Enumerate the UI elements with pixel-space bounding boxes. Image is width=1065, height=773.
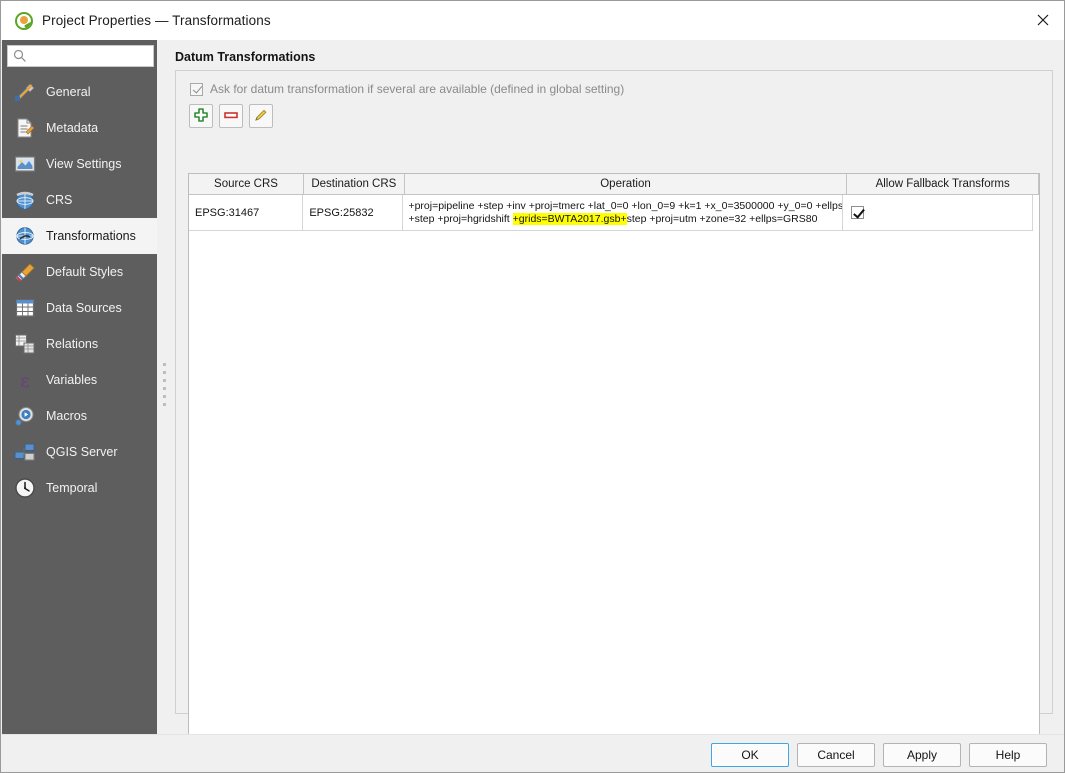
operation-line-2-prefix: +step +proj=hgridshift (408, 212, 513, 225)
operation-line-2-suffix: step +proj=utm +zone=32 +ellps=GRS80 (626, 212, 818, 225)
sidebar-item-view-settings[interactable]: View Settings (2, 146, 157, 182)
paintbrush-icon (12, 259, 38, 285)
add-transformation-button[interactable] (189, 104, 213, 128)
project-properties-dialog: Project Properties — Transformations Gen… (0, 0, 1065, 773)
sidebar-item-metadata[interactable]: Metadata (2, 110, 157, 146)
pencil-icon (253, 107, 269, 126)
sidebar-item-relations[interactable]: Relations (2, 326, 157, 362)
document-edit-icon (12, 115, 38, 141)
column-header-destination-crs[interactable]: Destination CRS (304, 174, 405, 195)
clock-icon (12, 475, 38, 501)
sidebar-nav: General Metadata View Settings CRS Trans… (2, 74, 157, 506)
ask-datum-transformation-row[interactable]: Ask for datum transformation if several … (190, 82, 624, 96)
splitter-grip-icon (163, 363, 166, 411)
dialog-footer: OK Cancel Apply Help (2, 734, 1064, 772)
sidebar-item-label: Temporal (46, 481, 98, 495)
sidebar-item-macros[interactable]: Macros (2, 398, 157, 434)
server-network-icon (12, 439, 38, 465)
sidebar-item-label: Default Styles (46, 265, 124, 279)
sidebar-item-label: Relations (46, 337, 99, 351)
search-icon (12, 48, 28, 64)
sidebar-item-general[interactable]: General (2, 74, 157, 110)
operation-line-1: +proj=pipeline +step +inv +proj=tmerc +l… (408, 199, 843, 212)
cell-allow-fallback[interactable] (842, 195, 1033, 231)
table-header-row: Source CRS Destination CRS Operation All… (189, 174, 1039, 195)
page-title: Datum Transformations (175, 50, 316, 64)
cell-source-crs[interactable]: EPSG:31467 (189, 195, 304, 231)
minus-icon (223, 107, 239, 126)
sidebar-item-data-sources[interactable]: Data Sources (2, 290, 157, 326)
titlebar: Project Properties — Transformations (1, 1, 1064, 40)
column-header-allow-fallback[interactable]: Allow Fallback Transforms (847, 174, 1039, 195)
sidebar-item-label: Transformations (46, 229, 136, 243)
search-input[interactable] (31, 49, 147, 63)
sidebar-item-label: View Settings (46, 157, 122, 171)
cell-destination-crs[interactable]: EPSG:25832 (303, 195, 404, 231)
apply-button[interactable]: Apply (883, 743, 961, 767)
column-header-source-crs[interactable]: Source CRS (189, 174, 305, 195)
sidebar-item-label: CRS (46, 193, 73, 207)
globe-crs-icon (12, 187, 38, 213)
sidebar-item-transformations[interactable]: Transformations (2, 218, 157, 254)
operation-grids-highlight: +grids=BWTA2017.gsb+ (512, 212, 627, 225)
sidebar-item-crs[interactable]: CRS (2, 182, 157, 218)
sidebar-item-label: General (46, 85, 91, 99)
sidebar-item-temporal[interactable]: Temporal (2, 470, 157, 506)
sidebar: General Metadata View Settings CRS Trans… (2, 40, 157, 734)
sidebar-item-label: Macros (46, 409, 87, 423)
transformations-toolbar (189, 104, 273, 128)
sidebar-item-label: QGIS Server (46, 445, 118, 459)
datum-transformations-group: Ask for datum transformation if several … (175, 70, 1053, 757)
sidebar-item-default-styles[interactable]: Default Styles (2, 254, 157, 290)
sidebar-item-label: Data Sources (46, 301, 122, 315)
cell-operation[interactable]: +proj=pipeline +step +inv +proj=tmerc +l… (403, 195, 843, 231)
table-row[interactable]: EPSG:31467 EPSG:25832 +proj=pipeline +st… (189, 195, 1039, 231)
sidebar-item-qgis-server[interactable]: QGIS Server (2, 434, 157, 470)
plus-icon (193, 107, 209, 126)
allow-fallback-checkbox[interactable] (850, 206, 864, 219)
epsilon-icon: ε (12, 367, 38, 393)
remove-transformation-button[interactable] (219, 104, 243, 128)
relations-icon (12, 331, 38, 357)
close-icon[interactable] (1020, 1, 1064, 39)
sidebar-item-variables[interactable]: ε Variables (2, 362, 157, 398)
ask-datum-transformation-label: Ask for datum transformation if several … (210, 82, 625, 96)
sidebar-splitter[interactable] (157, 40, 171, 734)
globe-transform-icon (12, 223, 38, 249)
table-grid-icon (12, 295, 38, 321)
transformations-table: Source CRS Destination CRS Operation All… (188, 173, 1040, 757)
cell-filler (1032, 195, 1039, 231)
sidebar-item-label: Metadata (46, 121, 99, 135)
qgis-logo-icon (15, 11, 33, 30)
window-title: Project Properties — Transformations (42, 13, 271, 28)
cancel-button[interactable]: Cancel (797, 743, 875, 767)
ask-datum-transformation-checkbox[interactable] (190, 82, 203, 96)
map-view-icon (12, 151, 38, 177)
hammer-wrench-icon (12, 79, 38, 105)
ok-button[interactable]: OK (711, 743, 789, 767)
search-box[interactable] (7, 45, 154, 67)
column-header-operation[interactable]: Operation (404, 174, 848, 195)
dialog-button-box: OK Cancel Apply Help (711, 743, 1047, 767)
sidebar-item-label: Variables (46, 373, 98, 387)
edit-transformation-button[interactable] (249, 104, 273, 128)
help-button[interactable]: Help (969, 743, 1047, 767)
main-content: Datum Transformations Ask for datum tran… (171, 40, 1064, 757)
svg-text:ε: ε (20, 370, 30, 392)
gear-play-icon (12, 403, 38, 429)
